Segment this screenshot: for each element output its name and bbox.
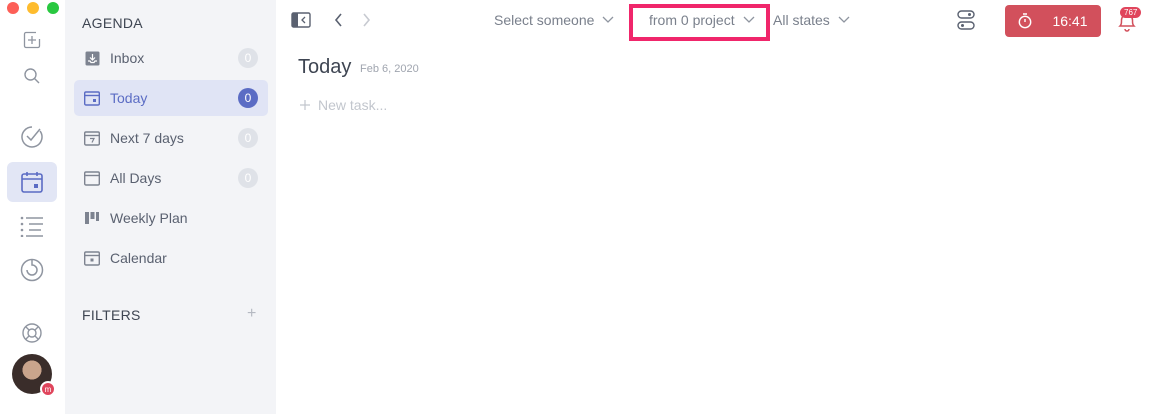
- icon-rail: m: [0, 0, 65, 414]
- view-toggle-icon[interactable]: [957, 10, 975, 30]
- plus-icon: [300, 100, 310, 110]
- check-circle-icon[interactable]: [7, 117, 57, 157]
- chevron-down-icon: [602, 16, 614, 23]
- timer-button[interactable]: 16:41: [1005, 5, 1101, 37]
- search-icon[interactable]: [7, 56, 57, 96]
- sidebar-item-label: Inbox: [110, 50, 145, 66]
- sidebar-item-label: Today: [110, 90, 148, 106]
- state-filter-label: All states: [773, 12, 830, 28]
- filters-section-title: FILTERS: [82, 307, 141, 323]
- new-task-input[interactable]: New task...: [300, 97, 387, 113]
- window-controls: [7, 2, 59, 14]
- count-badge: 0: [238, 128, 258, 148]
- minimize-window-button[interactable]: [27, 2, 39, 14]
- stats-icon[interactable]: [7, 250, 57, 290]
- chevron-down-icon: [838, 16, 850, 23]
- calendar-all-icon: [84, 170, 100, 186]
- sidebar-item-today[interactable]: Today 0: [74, 80, 268, 116]
- chevron-down-icon: [743, 16, 755, 23]
- notification-count: 767: [1120, 7, 1142, 18]
- page-date: Feb 6, 2020: [360, 63, 419, 75]
- forward-chevron-icon[interactable]: [361, 13, 371, 27]
- sidebar-item-inbox[interactable]: Inbox 0: [74, 40, 268, 76]
- person-filter-label: Select someone: [494, 12, 595, 28]
- kanban-icon: [84, 210, 100, 226]
- notifications-button[interactable]: 767: [1114, 7, 1142, 34]
- page-title: Today: [298, 56, 352, 78]
- project-filter-dropdown[interactable]: from 0 project: [649, 10, 755, 30]
- avatar-status-icon: m: [40, 381, 56, 397]
- agenda-nav: Inbox 0 Today 0 Next 7 days 0 All Days 0: [74, 40, 268, 280]
- new-task-placeholder: New task...: [318, 97, 388, 113]
- close-window-button[interactable]: [7, 2, 19, 14]
- sidebar-item-label: All Days: [110, 170, 162, 186]
- calendar-today-icon: [84, 90, 100, 106]
- count-badge: 0: [238, 168, 258, 188]
- back-chevron-icon[interactable]: [334, 13, 344, 27]
- toolbar: Select someone from 0 project All states…: [276, 0, 1155, 44]
- list-icon[interactable]: [7, 206, 57, 246]
- agenda-section-title: AGENDA: [82, 15, 143, 31]
- add-task-icon[interactable]: [7, 20, 57, 60]
- main-content: Today Feb 6, 2020 New task...: [276, 44, 1155, 414]
- sidebar-item-label: Weekly Plan: [110, 210, 188, 226]
- calendar-week-icon: [84, 130, 100, 146]
- person-filter-dropdown[interactable]: Select someone: [494, 10, 614, 30]
- sidebar-item-all-days[interactable]: All Days 0: [74, 160, 268, 196]
- sidebar-item-calendar[interactable]: Calendar: [74, 240, 268, 276]
- project-filter-label: from 0 project: [649, 12, 735, 28]
- calendar-icon[interactable]: [7, 162, 57, 202]
- sidebar-item-label: Next 7 days: [110, 130, 184, 146]
- lifebuoy-icon[interactable]: [7, 313, 57, 353]
- calendar-icon: [84, 250, 100, 266]
- toggle-sidebar-icon[interactable]: [291, 12, 311, 28]
- count-badge: 0: [238, 48, 258, 68]
- state-filter-dropdown[interactable]: All states: [773, 10, 850, 30]
- maximize-window-button[interactable]: [47, 2, 59, 14]
- inbox-icon: [84, 50, 100, 66]
- add-filter-button[interactable]: +: [247, 305, 256, 323]
- timer-value: 16:41: [1052, 13, 1088, 29]
- stopwatch-icon: [1019, 13, 1032, 29]
- agenda-sidebar: AGENDA Inbox 0 Today 0 Next 7 days 0 All…: [65, 0, 276, 414]
- sidebar-item-next-7-days[interactable]: Next 7 days 0: [74, 120, 268, 156]
- count-badge: 0: [238, 88, 258, 108]
- sidebar-item-label: Calendar: [110, 250, 167, 266]
- avatar[interactable]: m: [12, 354, 56, 397]
- sidebar-item-weekly-plan[interactable]: Weekly Plan: [74, 200, 268, 236]
